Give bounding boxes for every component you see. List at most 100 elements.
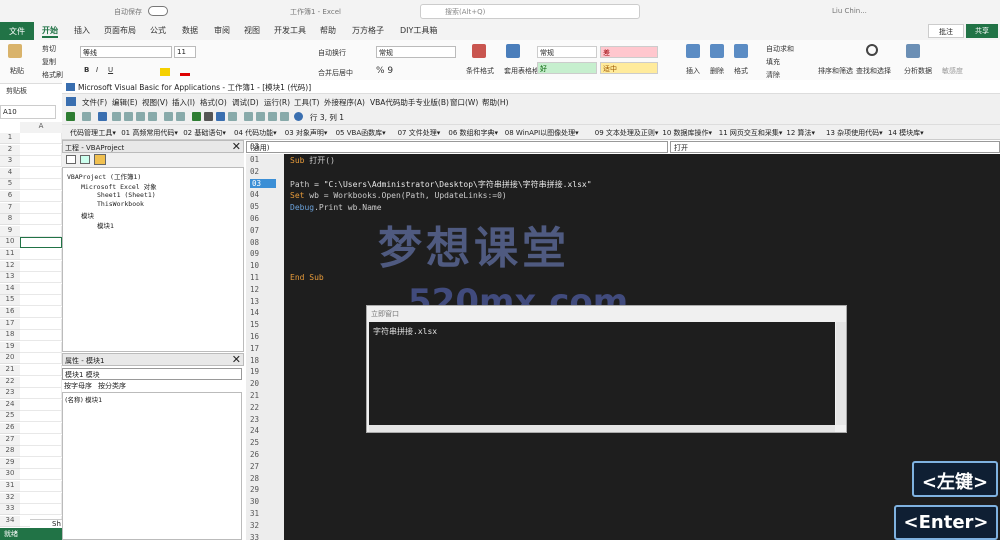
table-format-icon[interactable] xyxy=(506,44,520,58)
row-header[interactable]: 26 xyxy=(0,423,20,434)
paste-icon[interactable] xyxy=(8,44,22,58)
row-header[interactable]: 17 xyxy=(0,318,20,330)
percent-button[interactable]: % 9 xyxy=(376,66,393,76)
helper-menu-item[interactable]: 12 算法▾ xyxy=(786,128,815,138)
helper-menu-item[interactable]: 代码管理 xyxy=(70,128,98,138)
menu-help[interactable]: 帮助(H) xyxy=(482,97,509,108)
immediate-output-area[interactable]: 字符串拼接.xlsx xyxy=(369,322,835,425)
comment-button[interactable]: 批注 xyxy=(928,24,964,38)
menu-view[interactable]: 视图(V) xyxy=(142,97,168,108)
immediate-horizontal-scrollbar[interactable] xyxy=(369,425,835,432)
merge-center-button[interactable]: 合并后居中 xyxy=(318,68,353,78)
bold-button[interactable]: B xyxy=(84,66,89,74)
tree-thisworkbook[interactable]: ThisWorkbook xyxy=(97,200,144,208)
menu-debug[interactable]: 调试(D) xyxy=(232,97,259,108)
row-header[interactable]: 13 xyxy=(0,272,20,284)
insert-cells-button[interactable]: 插入 xyxy=(686,66,700,76)
tree-root[interactable]: VBAProject (工作簿1) xyxy=(67,171,141,181)
row-header[interactable]: 16 xyxy=(0,307,20,318)
close-icon[interactable]: ✕ xyxy=(232,140,241,153)
row-header[interactable]: 22 xyxy=(0,376,20,388)
autosum-button[interactable]: 自动求和 xyxy=(766,44,794,54)
row-header[interactable]: 9 xyxy=(0,225,20,237)
cell[interactable] xyxy=(20,376,62,388)
helper-menu-item[interactable]: 工具▾ xyxy=(98,128,116,138)
menu-insert[interactable]: 插入(I) xyxy=(172,97,195,108)
toggle-folders-icon[interactable] xyxy=(94,154,106,165)
tab-insert[interactable]: 插入 xyxy=(74,25,90,36)
toolbox-icon[interactable] xyxy=(280,112,289,121)
helper-menu-item[interactable]: 11 网页交互和采集▾ xyxy=(719,128,783,138)
cell[interactable] xyxy=(20,423,62,434)
tab-wanfang[interactable]: 万方格子 xyxy=(352,25,384,36)
wrap-text-button[interactable]: 自动换行 xyxy=(318,48,346,58)
column-header-a[interactable]: A xyxy=(20,122,62,133)
cut-icon[interactable] xyxy=(112,112,121,121)
search-input[interactable]: 搜索(Alt+Q) xyxy=(420,4,640,19)
tab-view[interactable]: 视图 xyxy=(244,25,260,36)
cell[interactable] xyxy=(20,191,62,202)
fill-button[interactable]: 填充 xyxy=(766,57,780,67)
row-header[interactable]: 28 xyxy=(0,446,20,458)
view-code-icon[interactable] xyxy=(66,155,76,164)
menu-vba-helper[interactable]: VBA代码助手专业版(B) xyxy=(370,97,449,108)
reset-icon[interactable] xyxy=(216,112,225,121)
cell[interactable] xyxy=(20,272,62,284)
cell[interactable] xyxy=(20,492,62,504)
cell[interactable] xyxy=(20,225,62,237)
cell[interactable] xyxy=(20,156,62,168)
search-icon[interactable] xyxy=(866,44,878,56)
helper-menu-item[interactable]: 02 基础语句▾ xyxy=(183,128,226,138)
save-icon[interactable] xyxy=(98,112,107,121)
helper-menu-item[interactable]: 06 数组和字典▾ xyxy=(448,128,498,138)
row-header[interactable]: 15 xyxy=(0,295,20,307)
row-header[interactable]: 32 xyxy=(0,492,20,504)
tab-categorized[interactable]: 按分类序 xyxy=(98,381,126,391)
cell[interactable] xyxy=(20,133,62,144)
cell[interactable] xyxy=(20,411,62,423)
cell[interactable] xyxy=(20,481,62,492)
cell[interactable] xyxy=(20,504,62,516)
helper-menu-item[interactable]: 09 文本处理及正则▾ xyxy=(595,128,659,138)
cell[interactable] xyxy=(20,295,62,307)
format-painter-button[interactable]: 格式刷 xyxy=(42,70,63,80)
row-header[interactable]: 31 xyxy=(0,481,20,492)
menu-file[interactable]: 文件(F) xyxy=(82,97,107,108)
helper-menu-item[interactable]: 10 数据库操作▾ xyxy=(662,128,712,138)
format-cells-button[interactable]: 格式 xyxy=(734,66,748,76)
worksheet-grid[interactable]: 1 2 3 4 5 6 7 8 9 10 11 12 13 14 15 16 17 18 19 20 21 22 23 24 2… xyxy=(0,133,62,528)
tab-diy[interactable]: DIY工具箱 xyxy=(400,25,437,36)
underline-button[interactable]: U xyxy=(108,66,113,74)
cell[interactable] xyxy=(20,214,62,226)
row-header[interactable]: 1 xyxy=(0,133,20,144)
menu-window[interactable]: 窗口(W) xyxy=(450,97,478,108)
cell[interactable] xyxy=(20,446,62,458)
paste-label[interactable]: 粘贴 xyxy=(10,66,24,76)
paste-icon-vba[interactable] xyxy=(136,112,145,121)
helper-menu-item[interactable]: 07 文件处理▾ xyxy=(398,128,441,138)
conditional-format-button[interactable]: 条件格式 xyxy=(466,66,494,76)
cell[interactable] xyxy=(20,341,62,353)
helper-menu-item[interactable]: 13 杂项使用代码▾ xyxy=(826,128,883,138)
row-header[interactable]: 21 xyxy=(0,365,20,376)
row-header[interactable]: 19 xyxy=(0,341,20,353)
cell[interactable] xyxy=(20,469,62,481)
tree-modules[interactable]: 模块 xyxy=(81,210,94,220)
menu-format[interactable]: 格式(O) xyxy=(200,97,227,108)
format-cells-icon[interactable] xyxy=(734,44,748,58)
helper-menu-item[interactable]: 14 模块库▾ xyxy=(888,128,924,138)
row-header[interactable]: 30 xyxy=(0,469,20,481)
helper-menu-item[interactable]: 08 WinAPI以图像处理▾ xyxy=(505,128,579,138)
row-header[interactable]: 23 xyxy=(0,388,20,400)
menu-tools[interactable]: 工具(T) xyxy=(294,97,319,108)
cell[interactable] xyxy=(20,457,62,469)
font-select[interactable]: 等线 xyxy=(80,46,172,58)
cell[interactable] xyxy=(20,307,62,318)
excel-view-icon[interactable] xyxy=(66,112,75,121)
find-icon[interactable] xyxy=(148,112,157,121)
cell[interactable] xyxy=(20,260,62,272)
share-button[interactable]: 共享 xyxy=(966,24,998,38)
helper-menu-item[interactable]: 01 高频常用代码▾ xyxy=(121,128,178,138)
row-header[interactable]: 3 xyxy=(0,156,20,168)
italic-button[interactable]: I xyxy=(96,66,98,74)
